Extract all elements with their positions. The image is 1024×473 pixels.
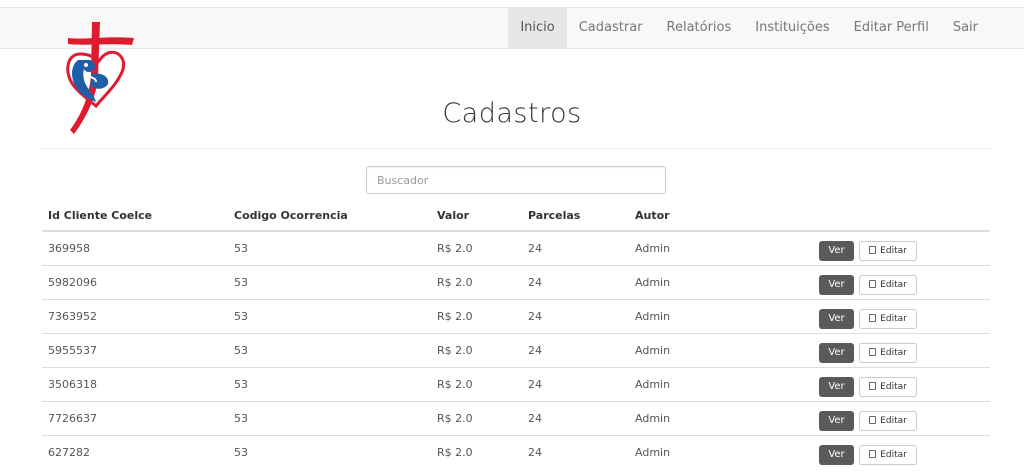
edit-button-label: Editar (880, 450, 907, 461)
table-row: 7363952 53 R$ 2.0 24 Admin Ver Editar (42, 298, 990, 333)
table-row: 627282 53 R$ 2.0 24 Admin Ver Editar (42, 434, 990, 469)
view-button[interactable]: Ver (819, 309, 854, 329)
cell-valor: R$ 2.0 (431, 434, 522, 469)
header-parcelas: Parcelas (522, 200, 629, 232)
edit-button[interactable]: Editar (859, 343, 917, 363)
cell-autor: Admin (629, 400, 799, 435)
nav-inicio[interactable]: Inicio (508, 8, 567, 48)
cell-valor: R$ 2.0 (431, 332, 522, 367)
edit-button-label: Editar (880, 416, 907, 426)
view-button[interactable]: Ver (819, 411, 854, 431)
edit-button[interactable]: Editar (859, 309, 917, 329)
pencil-icon (869, 314, 877, 322)
view-button[interactable]: Ver (819, 275, 854, 295)
pencil-icon (869, 280, 877, 288)
edit-button[interactable]: Editar (859, 241, 917, 262)
cell-valor: R$ 2.0 (431, 366, 522, 401)
cell-autor: Admin (629, 366, 799, 401)
main-nav: Inicio Cadastrar Relatórios Instituições… (508, 8, 990, 48)
table-row: 7726637 53 R$ 2.0 24 Admin Ver Editar (42, 400, 990, 435)
cell-valor: R$ 2.0 (431, 264, 522, 299)
cell-actions: Ver Editar (799, 332, 990, 367)
edit-button[interactable]: Editar (859, 377, 917, 397)
cell-autor: Admin (629, 434, 799, 469)
table-row: 3506318 53 R$ 2.0 24 Admin Ver Editar (42, 366, 990, 401)
header-id-cliente: Id Cliente Coelce (42, 200, 228, 232)
cell-actions: Ver Editar (799, 434, 990, 469)
cell-autor: Admin (629, 264, 799, 299)
cell-codigo-ocorrencia: 53 (228, 264, 431, 299)
cell-actions: Ver Editar (799, 366, 990, 401)
header-codigo-ocorrencia: Codigo Ocorrencia (228, 200, 431, 232)
edit-button[interactable]: Editar (859, 445, 917, 466)
edit-button[interactable]: Editar (859, 411, 917, 431)
cell-codigo-ocorrencia: 53 (228, 298, 431, 333)
nav-cadastrar[interactable]: Cadastrar (567, 8, 655, 48)
table-row: 5982096 53 R$ 2.0 24 Admin Ver Editar (42, 264, 990, 299)
cell-valor: R$ 2.0 (431, 400, 522, 435)
cell-parcelas: 24 (522, 434, 629, 469)
table-row: 5955537 53 R$ 2.0 24 Admin Ver Editar (42, 332, 990, 367)
view-button[interactable]: Ver (819, 241, 854, 262)
cell-parcelas: 24 (522, 400, 629, 435)
cell-autor: Admin (635, 241, 671, 255)
table-row: 369958 53 R$ 2.0 24 Admin Ver Editar (42, 231, 990, 265)
pencil-icon (869, 348, 877, 356)
search-input[interactable] (366, 166, 666, 194)
cell-id-cliente: 5982096 (42, 264, 228, 299)
header-actions (799, 200, 990, 232)
cell-id-cliente: 369958 (48, 241, 90, 255)
nav-editar-perfil[interactable]: Editar Perfil (842, 8, 941, 48)
cell-autor: Admin (629, 298, 799, 333)
cell-id-cliente: 7726637 (42, 400, 228, 435)
cell-autor: Admin (629, 332, 799, 367)
edit-button-label: Editar (880, 280, 907, 290)
pencil-icon (869, 246, 877, 255)
cell-codigo-ocorrencia: 53 (228, 332, 431, 367)
header-autor: Autor (629, 200, 799, 232)
cadastros-table: Id Cliente Coelce Codigo Ocorrencia Valo… (42, 200, 990, 469)
top-navbar: Inicio Cadastrar Relatórios Instituições… (0, 7, 1024, 49)
cell-parcelas: 24 (528, 241, 542, 255)
cell-valor: R$ 2.0 (431, 298, 522, 333)
nav-instituicoes[interactable]: Instituições (743, 8, 841, 48)
table-header-row: Id Cliente Coelce Codigo Ocorrencia Valo… (42, 200, 990, 232)
view-button[interactable]: Ver (819, 343, 854, 363)
page-title: Cadastros (442, 98, 582, 129)
cell-codigo-ocorrencia: 53 (228, 434, 431, 469)
edit-button[interactable]: Editar (859, 275, 917, 295)
cell-parcelas: 24 (522, 264, 629, 299)
cell-codigo-ocorrencia: 53 (228, 400, 431, 435)
cell-actions: Ver Editar (799, 264, 990, 299)
cell-codigo-ocorrencia: 53 (234, 241, 248, 255)
cell-id-cliente: 627282 (42, 434, 228, 469)
view-button[interactable]: Ver (819, 377, 854, 397)
edit-button-label: Editar (880, 246, 907, 257)
header-valor: Valor (431, 200, 522, 232)
cell-valor: R$ 2.0 (437, 241, 473, 255)
cell-parcelas: 24 (522, 298, 629, 333)
edit-button-label: Editar (880, 314, 907, 324)
title-divider (42, 148, 990, 149)
cell-id-cliente: 5955537 (42, 332, 228, 367)
view-button[interactable]: Ver (819, 445, 854, 466)
cell-id-cliente: 7363952 (42, 298, 228, 333)
edit-button-label: Editar (880, 348, 907, 358)
cell-actions: Ver Editar (799, 400, 990, 435)
cell-id-cliente: 3506318 (42, 366, 228, 401)
pencil-icon (869, 416, 877, 424)
cell-parcelas: 24 (522, 366, 629, 401)
pencil-icon (869, 450, 877, 459)
edit-button-label: Editar (880, 382, 907, 392)
cell-codigo-ocorrencia: 53 (228, 366, 431, 401)
cell-actions: Ver Editar (799, 231, 990, 265)
cell-parcelas: 24 (522, 332, 629, 367)
pencil-icon (869, 382, 877, 390)
cell-actions: Ver Editar (799, 298, 990, 333)
nav-relatorios[interactable]: Relatórios (655, 8, 744, 48)
nav-sair[interactable]: Sair (941, 8, 990, 48)
